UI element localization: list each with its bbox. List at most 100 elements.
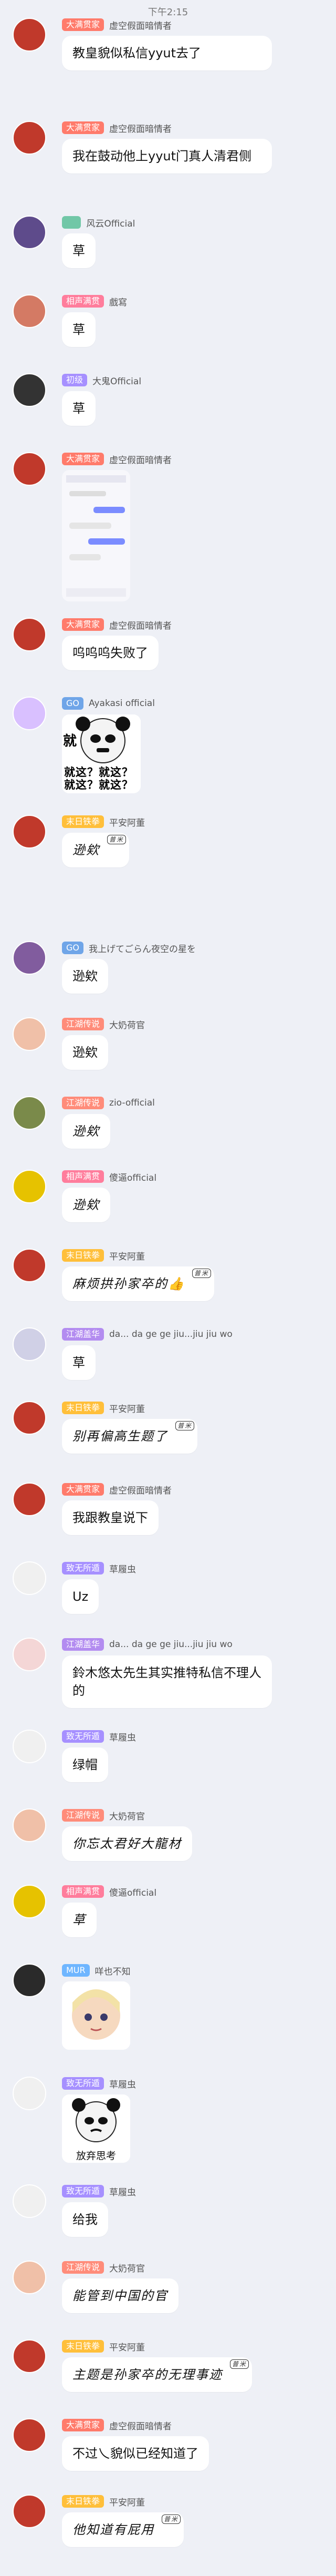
message-bubble[interactable]: 草: [62, 391, 96, 426]
avatar[interactable]: [13, 1730, 46, 1763]
nickname[interactable]: 我上げてごらん夜空の星を: [89, 942, 196, 955]
avatar[interactable]: [13, 1638, 46, 1671]
nickname[interactable]: 大奶荷官: [109, 1809, 145, 1822]
message-bubble[interactable]: 逊欸 普米: [62, 833, 129, 867]
message-bubble[interactable]: 我在鼓动他上yyut门真人清君侧: [62, 139, 272, 173]
avatar[interactable]: [13, 1401, 46, 1435]
nickname[interactable]: 平安阿董: [109, 2340, 145, 2353]
avatar[interactable]: [13, 1096, 46, 1130]
message-bubble[interactable]: 绿帽: [62, 1747, 108, 1782]
avatar[interactable]: [13, 697, 46, 730]
avatar[interactable]: [13, 1017, 46, 1051]
message-bubble[interactable]: 草: [62, 312, 96, 347]
avatar[interactable]: [13, 2077, 46, 2110]
message-bubble[interactable]: 逊欸: [62, 1114, 110, 1149]
nickname[interactable]: 傻逼official: [109, 1170, 156, 1183]
message-bubble[interactable]: 教皇貌似私信yyut去了: [62, 36, 272, 70]
nickname[interactable]: 虚空假面暗情者: [109, 18, 172, 32]
nickname[interactable]: 虚空假面暗情者: [109, 453, 172, 466]
avatar[interactable]: [13, 121, 46, 155]
nickname[interactable]: 草履虫: [109, 1562, 136, 1575]
avatar[interactable]: [13, 815, 46, 849]
message-bubble[interactable]: Uz: [62, 1579, 99, 1614]
nickname[interactable]: 草履虫: [109, 2185, 136, 2198]
avatar[interactable]: [13, 2418, 46, 2452]
avatar[interactable]: [13, 618, 46, 651]
message-bubble[interactable]: 我跟教皇说下: [62, 1500, 159, 1535]
nickname[interactable]: 大奶荷官: [109, 2261, 145, 2274]
meme-caption: 就这？就这？就这？就这？: [64, 766, 133, 791]
nickname[interactable]: 虚空假面暗情者: [109, 121, 172, 135]
avatar[interactable]: [13, 216, 46, 249]
message-bubble[interactable]: 他知道有屁用 普米: [62, 2512, 184, 2547]
message-meta: 初级 大鬼Official: [62, 373, 141, 387]
rank-badge: 末日铁拳: [62, 1402, 104, 1414]
avatar[interactable]: [13, 1327, 46, 1361]
message-meta: 末日铁拳 平安阿董: [62, 1401, 145, 1415]
message-bubble[interactable]: 草: [62, 1903, 97, 1937]
nickname[interactable]: 草履虫: [109, 2077, 136, 2090]
avatar[interactable]: [13, 18, 46, 52]
avatar[interactable]: [13, 2184, 46, 2218]
message-bubble[interactable]: 主题是孙家卒的无理事迹 普米: [62, 2357, 252, 2392]
avatar[interactable]: [13, 1561, 46, 1595]
message-bubble[interactable]: 鈴木悠太先生其实推特私信不理人的: [62, 1655, 272, 1708]
nickname[interactable]: zio-official: [109, 1098, 155, 1108]
message-bubble[interactable]: 草: [62, 1345, 96, 1380]
rank-badge: 末日铁拳: [62, 1249, 104, 1262]
message-meta: 相声满贯 戲寫: [62, 294, 127, 308]
avatar[interactable]: [13, 294, 46, 328]
nickname[interactable]: 咩也不知: [95, 1964, 131, 1977]
nickname[interactable]: 大奶荷官: [109, 1018, 145, 1031]
message-bubble[interactable]: 逊欸: [62, 1035, 108, 1070]
nickname[interactable]: 平安阿董: [109, 2495, 145, 2508]
avatar[interactable]: [13, 1808, 46, 1842]
message-bubble[interactable]: 草: [62, 233, 96, 268]
rank-badge: 末日铁拳: [62, 2495, 104, 2508]
nickname[interactable]: 平安阿董: [109, 815, 145, 829]
avatar[interactable]: [13, 1483, 46, 1516]
image-message[interactable]: 放弃思考: [62, 2094, 130, 2163]
avatar[interactable]: [13, 1249, 46, 1282]
message-bubble[interactable]: 给我: [62, 2202, 108, 2237]
nickname[interactable]: da... da ge ge jiu...jiu jiu wo: [109, 1329, 233, 1340]
avatar[interactable]: [13, 2339, 46, 2373]
message-bubble[interactable]: 呜呜呜失败了: [62, 636, 159, 670]
message-bubble[interactable]: 能管到中国的官: [62, 2278, 178, 2313]
nickname[interactable]: Ayakasi official: [89, 698, 155, 709]
rank-badge: 大满贯家: [62, 2419, 104, 2431]
message-bubble[interactable]: 逊欸: [62, 1188, 110, 1222]
image-message[interactable]: [62, 1981, 130, 2050]
nickname[interactable]: da... da ge ge jiu...jiu jiu wo: [109, 1639, 233, 1650]
message-bubble[interactable]: 麻烦拱孙家卒的👍 普米: [62, 1266, 214, 1301]
avatar[interactable]: [13, 1170, 46, 1203]
avatar[interactable]: [13, 373, 46, 407]
nickname[interactable]: 傻逼official: [109, 1885, 156, 1898]
avatar[interactable]: [13, 1964, 46, 1997]
image-message[interactable]: [62, 470, 130, 601]
nickname[interactable]: 平安阿董: [109, 1402, 145, 1415]
message-bubble[interactable]: 逊欸: [62, 959, 108, 994]
avatar[interactable]: [13, 2495, 46, 2528]
nickname[interactable]: 大鬼Official: [92, 374, 141, 387]
nickname[interactable]: 平安阿董: [109, 1249, 145, 1262]
avatar[interactable]: [13, 452, 46, 486]
avatar[interactable]: [13, 1885, 46, 1918]
nickname[interactable]: 草履虫: [109, 1730, 136, 1743]
nickname[interactable]: 虚空假面暗情者: [109, 2419, 172, 2432]
nickname[interactable]: 虚空假面暗情者: [109, 1483, 172, 1496]
nickname[interactable]: 虚空假面暗情者: [109, 618, 172, 631]
bubble-tag: 普米: [229, 2359, 249, 2369]
rank-badge: 江湖传说: [62, 1809, 104, 1822]
nickname[interactable]: 风云Official: [86, 216, 135, 229]
image-message[interactable]: 就就这？就这？就这？就这？: [62, 714, 141, 793]
nickname[interactable]: 戲寫: [109, 295, 127, 308]
message-meta: 末日铁拳 平安阿董: [62, 2339, 145, 2353]
avatar[interactable]: [13, 2261, 46, 2294]
meme-caption: 放弃思考: [76, 2150, 116, 2162]
screenshot-thumbnail: [66, 475, 126, 597]
avatar[interactable]: [13, 941, 46, 975]
message-bubble[interactable]: 你忘太君好大龍材: [62, 1826, 192, 1861]
message-bubble[interactable]: 别再偏高生题了 普米: [62, 1419, 197, 1454]
message-bubble[interactable]: 不过乀貌似已经知道了: [62, 2436, 209, 2471]
